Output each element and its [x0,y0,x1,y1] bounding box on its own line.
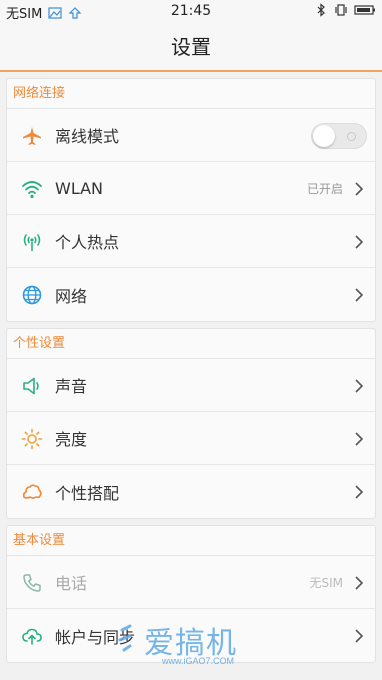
section-header-basic: 基本设置 [7,526,375,556]
battery-icon [354,5,375,15]
airplane-mode-label: 离线模式 [55,127,120,146]
hotspot-row[interactable]: 个人热点 [7,215,375,268]
wlan-label: WLAN [55,178,104,198]
airplane-mode-toggle[interactable] [311,123,367,149]
globe-icon [22,285,42,305]
network-label: 网络 [55,286,88,306]
cloud-sync-icon [22,628,42,645]
title-bar: 设置 [0,24,382,72]
theme-icon [22,484,42,499]
hotspot-icon [23,234,41,251]
chevron-right-icon [355,379,364,393]
chevron-right-icon [355,182,364,196]
phone-status: 无SIM [309,575,343,590]
account-sync-row[interactable]: 帐户与同步 [7,609,375,662]
section-personalization: 个性设置 声音 亮度 个性搭配 [6,328,376,519]
theme-label: 个性搭配 [55,483,120,503]
settings-list: 网络连接 离线模式 WLAN 已开启 个人热点 网络 个性设置 声音 亮度 个性… [6,78,376,669]
chevron-right-icon [355,235,364,249]
airplane-icon [23,127,41,145]
wlan-status: 已开启 [306,181,343,196]
section-header-network: 网络连接 [7,79,375,109]
theme-row[interactable]: 个性搭配 [7,465,375,518]
account-sync-label: 帐户与同步 [55,627,136,647]
phone-label: 电话 [55,574,88,593]
bluetooth-icon [317,3,325,17]
sound-label: 声音 [55,377,88,396]
page-title: 设置 [171,35,211,59]
chevron-right-icon [355,432,364,446]
wifi-icon [22,181,42,199]
section-header-personalization: 个性设置 [7,329,375,359]
chevron-right-icon [355,629,364,643]
vibrate-icon [335,4,347,16]
chevron-right-icon [355,288,364,302]
sound-row[interactable]: 声音 [7,359,375,412]
wlan-row[interactable]: WLAN 已开启 [7,162,375,215]
hotspot-label: 个人热点 [55,233,120,252]
speaker-icon [23,377,39,395]
toggle-off-indicator [347,132,356,141]
network-row[interactable]: 网络 [7,268,375,321]
sun-icon [21,428,43,450]
status-bar: 无SIM 21:45 [0,0,382,24]
chevron-right-icon [355,485,364,499]
toggle-knob [313,125,335,147]
airplane-mode-row[interactable]: 离线模式 [7,109,375,162]
brightness-label: 亮度 [55,430,88,449]
brightness-row[interactable]: 亮度 [7,412,375,465]
phone-row[interactable]: 电话 无SIM [7,556,375,609]
section-basic: 基本设置 电话 无SIM 帐户与同步 [6,525,376,663]
section-network: 网络连接 离线模式 WLAN 已开启 个人热点 网络 [6,78,376,322]
chevron-right-icon [355,576,364,590]
phone-icon [23,574,41,592]
